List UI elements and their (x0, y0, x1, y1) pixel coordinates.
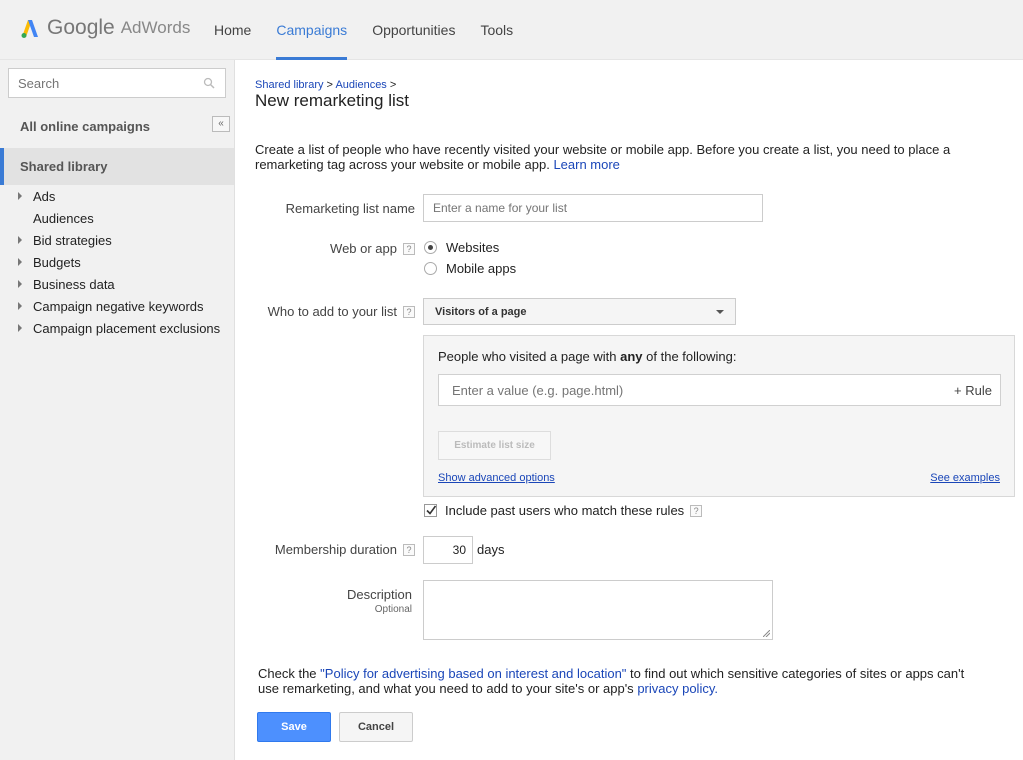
description-label: Description (346, 587, 412, 602)
nav-opportunities[interactable]: Opportunities (372, 0, 455, 60)
policy-notice: Check the "Policy for advertising based … (258, 666, 978, 696)
add-rule-button[interactable]: + Rule (954, 383, 992, 398)
see-examples-link[interactable]: See examples (930, 472, 1000, 484)
include-past-users-checkbox[interactable] (424, 504, 437, 517)
show-advanced-options-link[interactable]: Show advanced options (438, 472, 555, 484)
sidebar-search[interactable] (8, 68, 226, 98)
help-icon[interactable]: ? (690, 505, 703, 517)
rule-panel: People who visited a page with any of th… (423, 335, 1015, 497)
websites-radio[interactable] (424, 241, 437, 254)
sidebar-all-campaigns[interactable]: All online campaigns (20, 119, 150, 134)
rule-heading-post: of the following: (646, 349, 737, 364)
page-title: New remarketing list (255, 91, 409, 110)
expand-triangle-icon[interactable] (18, 280, 22, 288)
mobile-apps-radio-label[interactable]: Mobile apps (446, 261, 516, 276)
sidebar-item-label: Campaign placement exclusions (33, 321, 221, 336)
sidebar: All online campaigns « Shared library Ad… (0, 60, 235, 760)
who-to-add-dropdown[interactable]: Visitors of a page (423, 298, 736, 325)
sidebar-item-label: Budgets (33, 255, 81, 270)
intro-text: Create a list of people who have recentl… (255, 142, 975, 172)
rule-value-input[interactable] (439, 375, 919, 405)
breadcrumb-separator: > (326, 79, 333, 91)
breadcrumb-separator: > (389, 79, 397, 91)
rule-heading-any: any (620, 349, 643, 364)
sidebar-item-campaign-negative-keywords[interactable]: Campaign negative keywords (0, 297, 234, 319)
expand-triangle-icon[interactable] (18, 302, 22, 310)
search-input[interactable] (9, 69, 189, 97)
membership-duration-label: Membership duration? (255, 542, 415, 557)
sidebar-item-label: Business data (33, 277, 115, 292)
breadcrumb: Shared library > Audiences > (255, 79, 396, 91)
nav-tools[interactable]: Tools (480, 0, 513, 60)
policy-link[interactable]: "Policy for advertising based on interes… (320, 666, 626, 681)
web-or-app-label: Web or app? (255, 241, 415, 256)
rule-value-field[interactable]: + Rule (438, 374, 1001, 406)
sidebar-item-campaign-placement-exclusions[interactable]: Campaign placement exclusions (0, 319, 234, 341)
breadcrumb-audiences[interactable]: Audiences (335, 79, 386, 91)
who-to-add-label: Who to add to your list? (255, 304, 415, 319)
expand-triangle-icon[interactable] (18, 324, 22, 332)
resize-grip-icon[interactable] (763, 630, 770, 637)
who-to-add-text: Who to add to your list (267, 304, 397, 319)
help-icon[interactable]: ? (403, 544, 415, 556)
estimate-list-size-button[interactable]: Estimate list size (438, 431, 551, 460)
expand-triangle-icon[interactable] (18, 192, 22, 200)
rule-heading: People who visited a page with any of th… (438, 349, 737, 364)
sidebar-item-budgets[interactable]: Budgets (0, 253, 234, 275)
chevron-down-icon (716, 310, 724, 314)
expand-triangle-icon[interactable] (18, 236, 22, 244)
sidebar-item-audiences[interactable]: Audiences (0, 209, 234, 231)
cancel-button[interactable]: Cancel (339, 712, 413, 742)
sidebar-item-label: Ads (33, 189, 56, 204)
adwords-logo-icon (21, 20, 38, 38)
mobile-apps-radio[interactable] (424, 262, 437, 275)
help-icon[interactable]: ? (403, 243, 415, 255)
logo-google-text: Google (47, 16, 115, 39)
expand-triangle-icon[interactable] (18, 258, 22, 266)
duration-unit: days (477, 542, 505, 557)
breadcrumb-shared-library[interactable]: Shared library (255, 79, 323, 91)
collapse-sidebar-icon[interactable]: « (212, 116, 230, 132)
membership-duration-text: Membership duration (274, 542, 397, 557)
sidebar-item-label: Shared library (20, 159, 108, 174)
checkmark-icon (426, 505, 437, 515)
list-name-label: Remarketing list name (285, 201, 415, 216)
description-textarea[interactable] (423, 580, 773, 640)
search-icon[interactable] (203, 77, 215, 89)
sidebar-list: Ads Audiences Bid strategies Budgets Bus… (0, 187, 234, 341)
description-optional: Optional (374, 604, 412, 615)
list-name-input[interactable] (423, 194, 763, 222)
sidebar-item-business-data[interactable]: Business data (0, 275, 234, 297)
nav-campaigns[interactable]: Campaigns (276, 0, 347, 60)
nav-home[interactable]: Home (214, 0, 251, 60)
sidebar-item-label: Audiences (33, 211, 94, 226)
sidebar-item-ads[interactable]: Ads (0, 187, 234, 209)
policy-pre: Check the (258, 666, 317, 681)
privacy-policy-link[interactable]: privacy policy. (637, 681, 718, 696)
learn-more-link[interactable]: Learn more (553, 157, 619, 172)
include-past-users-row: Include past users who match these rules… (445, 503, 703, 518)
rule-heading-pre: People who visited a page with (438, 349, 617, 364)
sidebar-item-shared-library[interactable]: Shared library (0, 148, 234, 185)
who-to-add-value: Visitors of a page (435, 306, 527, 318)
adwords-logo[interactable]: Google AdWords (19, 15, 190, 41)
sidebar-item-label: Bid strategies (33, 233, 112, 248)
top-bar: Google AdWords Home Campaigns Opportunit… (0, 0, 1023, 60)
websites-radio-label[interactable]: Websites (446, 240, 499, 255)
sidebar-item-bid-strategies[interactable]: Bid strategies (0, 231, 234, 253)
include-past-users-label[interactable]: Include past users who match these rules (445, 503, 684, 518)
sidebar-item-label: Campaign negative keywords (33, 299, 204, 314)
membership-duration-input[interactable]: 30 (423, 536, 473, 564)
help-icon[interactable]: ? (403, 306, 415, 318)
logo-adwords-text: AdWords (120, 18, 191, 37)
main-nav: Home Campaigns Opportunities Tools (214, 0, 538, 60)
save-button[interactable]: Save (257, 712, 331, 742)
web-or-app-text: Web or app (330, 241, 397, 256)
